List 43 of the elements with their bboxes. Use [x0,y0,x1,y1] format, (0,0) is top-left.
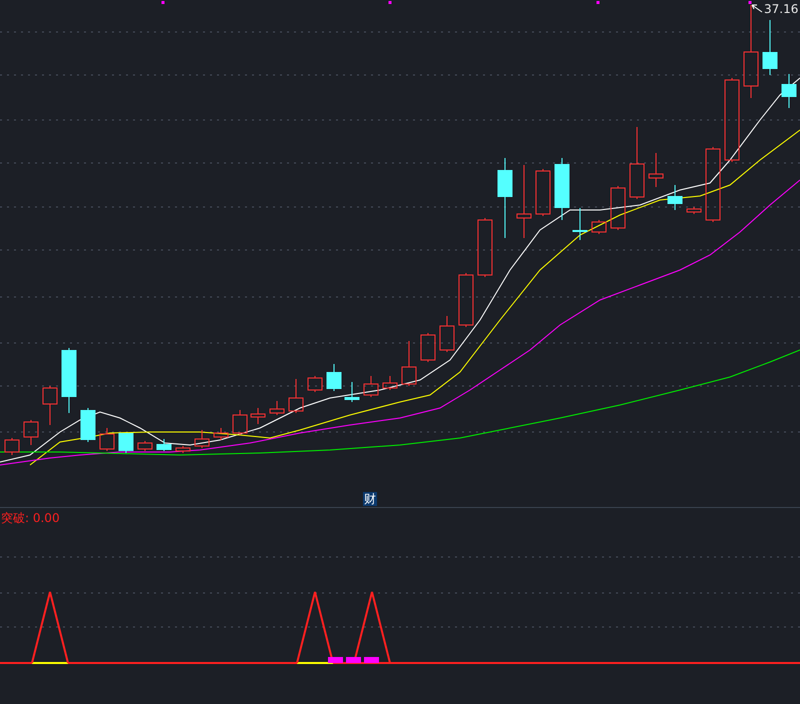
falling-candlestick [156,438,172,452]
rising-candlestick [536,168,550,216]
falling-candlestick [326,364,342,392]
rising-candlestick [270,400,284,416]
rising-candlestick [686,206,702,214]
leader-line [752,4,762,12]
rising-candlestick [382,376,398,390]
rising-candlestick [232,410,248,436]
rising-candlestick [194,430,210,448]
rising-candlestick [610,186,626,230]
high-price-label: 37.16 [764,2,798,16]
rising-candlestick [176,446,190,454]
rising-candlestick [592,220,606,234]
falling-candlestick [782,74,796,108]
falling-candlestick [554,158,570,220]
rising-candlestick [648,152,664,188]
falling-candlestick [668,184,682,210]
rising-candlestick [4,438,20,456]
signal-block [328,657,343,663]
falling-candlestick [118,432,134,454]
finance-badge[interactable]: 财 [363,492,377,506]
falling-candlestick [80,408,96,442]
rising-candlestick [138,440,152,452]
rising-candlestick [250,408,266,424]
rising-candlestick [100,428,114,452]
falling-candlestick [762,20,778,76]
falling-candlestick [572,208,588,240]
rising-candlestick [420,332,436,362]
rising-candlestick [24,420,38,446]
rising-candlestick [214,428,228,440]
rising-candlestick [308,376,322,392]
signal-block [346,657,361,663]
falling-candlestick [62,348,76,414]
falling-candlestick [344,382,360,402]
rising-candlestick [440,316,454,352]
indicator-label: 突破: 0.00 [1,510,60,527]
rising-candlestick [458,272,474,328]
rising-candlestick [478,218,492,278]
rising-candlestick [288,378,304,414]
rising-candlestick [402,340,416,386]
signal-block [364,657,379,663]
rising-candlestick [42,386,58,426]
rising-candlestick [364,376,378,398]
